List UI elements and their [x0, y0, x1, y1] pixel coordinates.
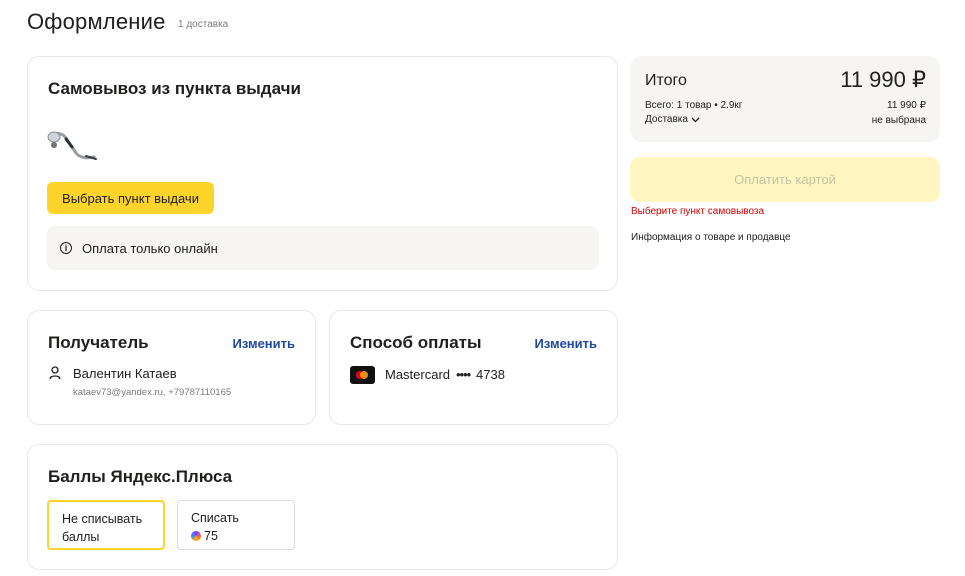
pickup-title: Самовывоз из пункта выдачи: [48, 79, 301, 98]
spend-points-option[interactable]: Списать 75: [177, 500, 295, 550]
pickup-card: Самовывоз из пункта выдачи Выбрать пункт…: [27, 56, 618, 291]
plus-points-title: Баллы Яндекс.Плюса: [48, 467, 233, 486]
payment-title: Способ оплаты: [350, 333, 482, 352]
mastercard-icon: [350, 366, 375, 384]
keep-points-line1: Не списывать: [62, 512, 143, 526]
spend-points-label: Списать: [191, 511, 239, 525]
recipient-change-link[interactable]: Изменить: [232, 336, 295, 351]
payment-change-link[interactable]: Изменить: [534, 336, 597, 351]
summary-total: 11 990 ₽: [840, 67, 926, 92]
recipient-contact: kataev73@yandex.ru, +79787110165: [73, 387, 232, 398]
recipient-name: Валентин Катаев: [73, 366, 177, 381]
card-last4: 4738: [476, 367, 505, 382]
choose-pickup-point-button[interactable]: Выбрать пункт выдачи: [47, 182, 214, 214]
online-payment-text: Оплата только онлайн: [82, 240, 218, 256]
pay-by-card-button[interactable]: Оплатить картой: [630, 157, 940, 202]
plus-points-card: Баллы Яндекс.Плюса Не списывать баллы Сп…: [27, 444, 618, 570]
product-image[interactable]: [46, 125, 98, 165]
recipient-title: Получатель: [48, 333, 149, 352]
product-seller-info-link[interactable]: Информация о товаре и продавце: [631, 232, 791, 243]
chevron-down-icon: [691, 117, 700, 122]
page-title: Оформление: [27, 9, 166, 34]
order-summary: Итого 11 990 ₽ Всего: 1 товар • 2.9кг 11…: [630, 56, 940, 142]
points-amount: 75: [204, 529, 218, 543]
delivery-value: не выбрана: [871, 115, 926, 126]
summary-items: Всего: 1 товар • 2.9кг: [645, 100, 743, 111]
payment-card: Способ оплаты Изменить Mastercard •••• 4…: [329, 310, 618, 425]
recipient-card: Получатель Изменить Валентин Катаев kata…: [27, 310, 316, 425]
keep-points-line2: баллы: [62, 530, 100, 544]
card-name: Mastercard: [385, 367, 451, 382]
delivery-count: 1 доставка: [178, 19, 229, 30]
keep-points-option[interactable]: Не списывать баллы: [47, 500, 165, 550]
plus-points-icon: [191, 531, 201, 541]
summary-title: Итого: [645, 72, 687, 89]
info-icon: i: [60, 242, 72, 254]
pickup-error-message: Выберите пункт самовывоза: [631, 206, 765, 217]
card-mask: ••••: [456, 367, 471, 382]
summary-items-value: 11 990 ₽: [887, 100, 926, 111]
online-payment-notice: i Оплата только онлайн: [47, 226, 599, 270]
person-icon: [49, 366, 61, 380]
delivery-label: Доставка: [645, 114, 688, 125]
delivery-toggle[interactable]: Доставка: [645, 114, 700, 125]
